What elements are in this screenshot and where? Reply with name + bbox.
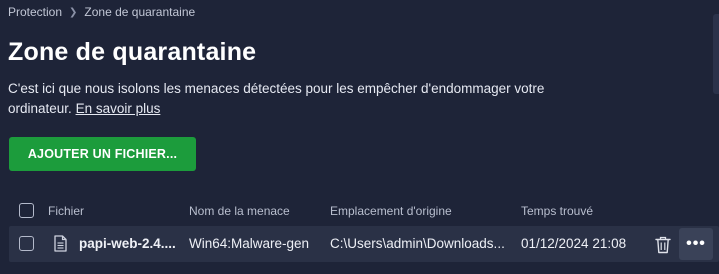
scrollbar[interactable] — [713, 14, 719, 94]
header-origin[interactable]: Emplacement d'origine — [330, 204, 452, 218]
row-checkbox[interactable] — [19, 236, 34, 251]
breadcrumb-current: Zone de quarantaine — [84, 5, 196, 19]
table-row[interactable]: papi-web-2.4.... Win64:Malware-gen C:\Us… — [9, 226, 719, 262]
breadcrumb: Protection ❯ Zone de quarantaine — [8, 5, 195, 19]
threat-name: Win64:Malware-gen — [189, 236, 310, 251]
header-threat-name[interactable]: Nom de la menace — [189, 204, 290, 218]
header-file[interactable]: Fichier — [48, 204, 84, 218]
chevron-right-icon: ❯ — [69, 6, 78, 18]
time-found: 01/12/2024 21:08 — [521, 236, 627, 251]
file-icon — [54, 235, 67, 252]
breadcrumb-parent-link[interactable]: Protection — [8, 5, 62, 19]
origin-path: C:\Users\admin\Downloads... — [330, 236, 505, 251]
page-title: Zone de quarantaine — [8, 38, 257, 66]
table-header: Fichier Nom de la menace Emplacement d'o… — [0, 198, 719, 224]
learn-more-link[interactable]: En savoir plus — [76, 101, 161, 116]
file-name: papi-web-2.4.... — [79, 236, 176, 251]
select-all-checkbox[interactable] — [19, 203, 34, 218]
more-horizontal-icon[interactable]: ••• — [679, 228, 713, 260]
page-description: C'est ici que nous isolons les menaces d… — [8, 79, 608, 119]
header-time-found[interactable]: Temps trouvé — [521, 204, 593, 218]
quarantine-page: Protection ❯ Zone de quarantaine Zone de… — [0, 0, 719, 274]
trash-icon[interactable] — [655, 236, 671, 254]
add-file-button[interactable]: AJOUTER UN FICHIER... — [9, 137, 196, 171]
